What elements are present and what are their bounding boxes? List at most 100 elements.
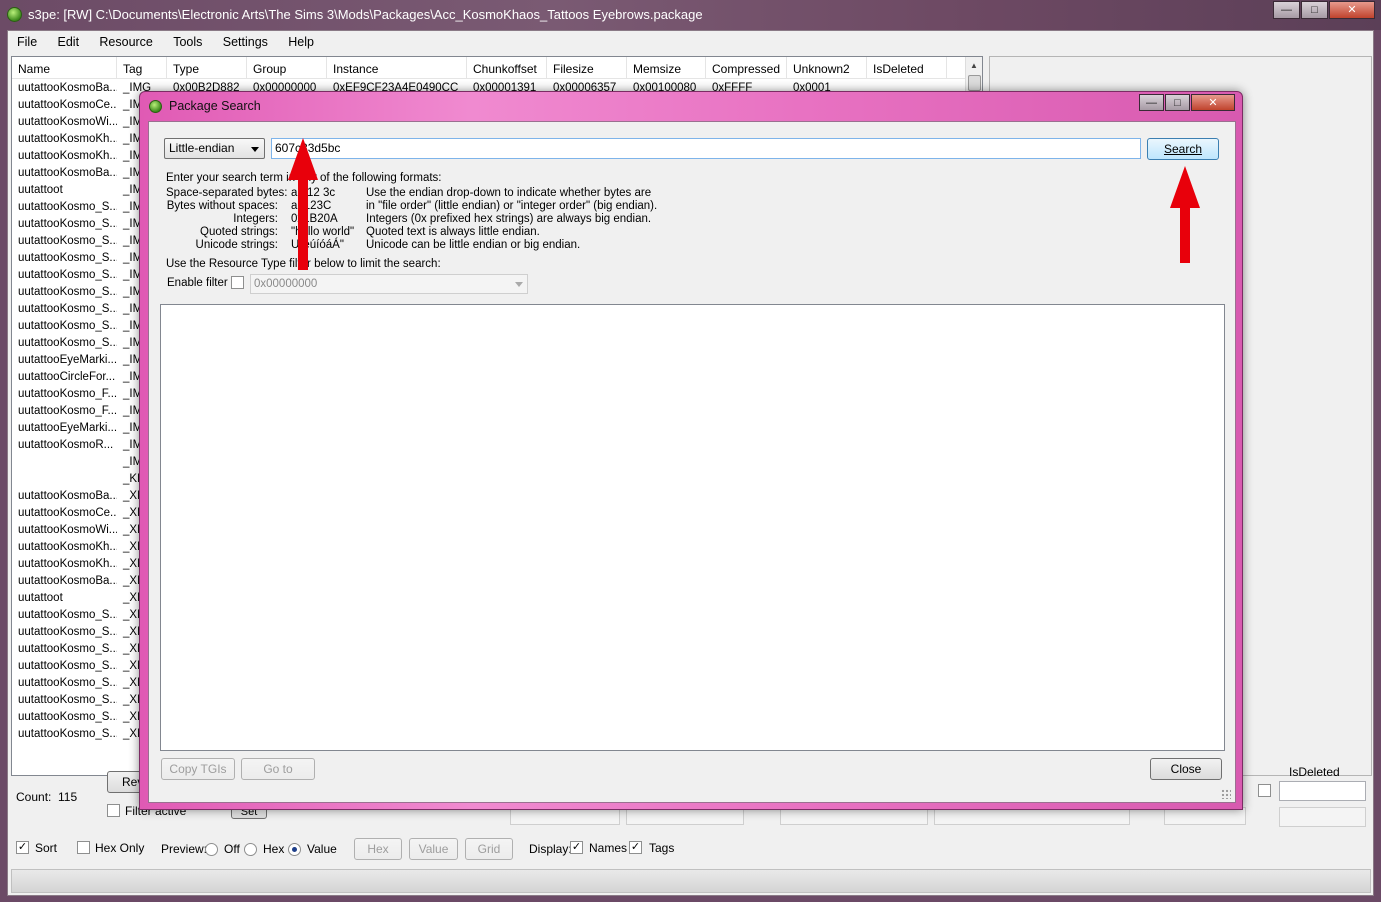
- column-header[interactable]: Name: [12, 57, 117, 79]
- cell-name: uutattoot: [18, 184, 63, 196]
- preview-value-label: Value: [307, 842, 337, 856]
- cell-name: uutattooKosmo_F...: [18, 405, 117, 417]
- close-icon[interactable]: ✕: [1329, 1, 1375, 19]
- column-header[interactable]: Chunkoffset: [467, 57, 547, 79]
- format-label: Space-separated bytes:: [166, 187, 288, 199]
- column-header[interactable]: Unknown2: [787, 57, 867, 79]
- annotation-arrow-icon: [1170, 166, 1200, 263]
- search-button[interactable]: Search: [1147, 138, 1219, 160]
- cell-name: uutattooKosmoKh...: [18, 558, 117, 570]
- grid-button[interactable]: Grid: [465, 838, 513, 860]
- tags-checkbox[interactable]: ✓: [629, 841, 642, 854]
- search-results-list[interactable]: [160, 304, 1225, 751]
- cell-name: uutattooKosmo_S...: [18, 711, 117, 723]
- cell-name: uutattooKosmo_S...: [18, 218, 117, 230]
- format-note: in "file order" (little endian) or "inte…: [366, 200, 658, 212]
- isdeleted-checkbox[interactable]: [1258, 784, 1271, 797]
- cell-name: uutattooKosmo_S...: [18, 728, 117, 740]
- preview-hex-label: Hex: [263, 842, 285, 856]
- cell-name: uutattooKosmoBa...: [18, 575, 117, 587]
- cell-name: uutattooKosmoKh...: [18, 150, 117, 162]
- scroll-up-icon[interactable]: ▲: [966, 57, 982, 74]
- app-icon: [7, 7, 22, 22]
- window-title: s3pe: [RW] C:\Documents\Electronic Arts\…: [28, 7, 703, 22]
- format-label: Unicode strings:: [195, 239, 278, 251]
- go-to-button[interactable]: Go to: [241, 758, 315, 780]
- cell-name: uutattooKosmoKh...: [18, 541, 117, 553]
- sort-label: Sort: [35, 841, 58, 855]
- hex-only-checkbox[interactable]: [77, 841, 90, 854]
- cell-name: uutattooKosmo_S...: [18, 694, 117, 706]
- value-button[interactable]: Value: [409, 838, 458, 860]
- cell-name: uutattooKosmo_S...: [18, 337, 117, 349]
- enable-filter-label: Enable filter: [167, 277, 228, 289]
- cell-name: uutattooKosmoBa...: [18, 82, 117, 94]
- chevron-down-icon: [251, 147, 259, 152]
- close-button[interactable]: Close: [1150, 758, 1222, 780]
- close-icon[interactable]: ✕: [1191, 94, 1235, 111]
- column-header[interactable]: Tag: [117, 57, 167, 79]
- hex-button[interactable]: Hex: [354, 838, 402, 860]
- format-note: Integers (0x prefixed hex strings) are a…: [366, 213, 652, 225]
- cell-name: uutattooEyeMarki...: [18, 354, 117, 366]
- sort-checkbox[interactable]: ✓: [16, 841, 29, 854]
- cell-name: uutattooCircleFor...: [18, 371, 116, 383]
- column-header[interactable]: Instance: [327, 57, 467, 79]
- cell-name: uutattooKosmoCe...: [18, 507, 117, 519]
- names-checkbox[interactable]: ✓: [570, 841, 583, 854]
- menu-edit[interactable]: Edit: [49, 31, 88, 49]
- column-header[interactable]: Group: [247, 57, 327, 79]
- names-label: Names: [589, 841, 628, 855]
- column-header[interactable]: Compressed: [706, 57, 787, 79]
- column-header[interactable]: Type: [167, 57, 247, 79]
- maximize-icon[interactable]: □: [1301, 1, 1328, 19]
- resource-type-filter-value: 0x00000000: [254, 278, 318, 290]
- minimize-icon[interactable]: —: [1139, 94, 1164, 111]
- tags-label: Tags: [649, 841, 675, 855]
- resize-grip-icon[interactable]: [1221, 789, 1231, 799]
- menu-bar: File Edit Resource Tools Settings Help: [8, 31, 1373, 53]
- column-header[interactable]: IsDeleted: [867, 57, 947, 79]
- cell-name: uutattooKosmoWi...: [18, 116, 117, 128]
- column-header[interactable]: Filesize: [547, 57, 627, 79]
- status-bar: [11, 869, 1371, 893]
- cell-name: uutattooKosmo_F...: [18, 388, 117, 400]
- filter-active-checkbox[interactable]: [107, 804, 120, 817]
- cell-name: uutattooKosmoBa...: [18, 167, 117, 179]
- cell-name: uutattooEyeMarki...: [18, 422, 117, 434]
- endian-select-value: Little-endian: [169, 141, 235, 155]
- cell-name: uutattooKosmo_S...: [18, 626, 117, 638]
- menu-help[interactable]: Help: [279, 31, 322, 49]
- preview-value-radio[interactable]: [288, 843, 301, 856]
- cell-name: uutattooKosmo_S...: [18, 303, 117, 315]
- cell-name: uutattooKosmoR...: [18, 439, 114, 451]
- cell-name: uutattooKosmo_S...: [18, 677, 117, 689]
- cell-name: uutattooKosmo_S...: [18, 252, 117, 264]
- format-label: Integers:: [233, 213, 278, 225]
- cell-name: uutattooKosmo_S...: [18, 320, 117, 332]
- preview-off-radio[interactable]: [205, 843, 218, 856]
- minimize-icon[interactable]: —: [1273, 1, 1300, 19]
- cell-name: uutattooKosmo_S...: [18, 643, 117, 655]
- isdeleted-field[interactable]: [1279, 781, 1366, 801]
- column-header[interactable]: Memsize: [627, 57, 706, 79]
- cell-name: uutattooKosmoCe...: [18, 99, 117, 111]
- window-controls: — □ ✕: [1272, 1, 1375, 19]
- scroll-thumb[interactable]: [968, 75, 981, 91]
- cell-name: uutattooKosmo_S...: [18, 660, 117, 672]
- copy-tgis-button[interactable]: Copy TGIs: [161, 758, 235, 780]
- enable-filter-checkbox[interactable]: [231, 276, 244, 289]
- cell-name: uutattoot: [18, 592, 63, 604]
- dialog-window-controls: — □ ✕: [1138, 94, 1235, 111]
- annotation-arrow-icon: [288, 138, 318, 270]
- maximize-icon[interactable]: □: [1165, 94, 1190, 111]
- endian-select[interactable]: Little-endian: [164, 138, 265, 159]
- format-label: Quoted strings:: [200, 226, 278, 238]
- menu-resource[interactable]: Resource: [90, 31, 161, 49]
- main-titlebar: s3pe: [RW] C:\Documents\Electronic Arts\…: [0, 0, 1381, 30]
- menu-settings[interactable]: Settings: [214, 31, 276, 49]
- preview-hex-radio[interactable]: [244, 843, 257, 856]
- menu-tools[interactable]: Tools: [164, 31, 210, 49]
- search-input[interactable]: 607c83d5bc: [271, 138, 1141, 159]
- menu-file[interactable]: File: [8, 31, 45, 49]
